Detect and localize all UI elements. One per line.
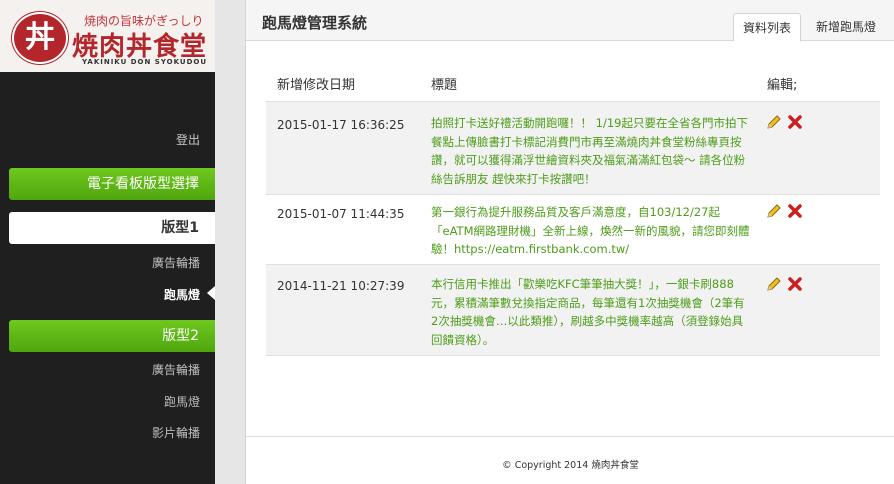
delete-x-icon[interactable] [788, 204, 802, 218]
panel-header: 跑馬燈管理系統 資料列表 新增跑馬燈 [246, 0, 894, 42]
pencil-icon[interactable] [766, 203, 782, 219]
delete-x-icon[interactable] [788, 115, 802, 129]
row-title: 拍照打卡送好禮活動開跑囉！！ 1/19起只要在全省各門市拍下餐點上傳臉書打卡標記… [431, 116, 748, 186]
tab-data-list[interactable]: 資料列表 [733, 13, 801, 42]
delete-x-icon[interactable] [788, 277, 802, 291]
row-date: 2014-11-21 10:27:39 [277, 279, 405, 293]
sidebar-item-layout1[interactable]: 版型1 [9, 212, 215, 244]
pencil-icon[interactable] [766, 114, 782, 130]
logo[interactable]: 丼 焼肉の旨味がぎっしり 焼肉丼食堂 YAKINIKU DON SYOKUDOU [0, 0, 215, 72]
sidebar-group-layout-select[interactable]: 電子看板版型選擇 [9, 168, 215, 200]
logo-subtitle: YAKINIKU DON SYOKUDOU [82, 58, 208, 66]
footer-copyright: © Copyright 2014 燒肉丼食堂 [502, 460, 639, 471]
tab-add-marquee[interactable]: 新增跑馬燈 [806, 13, 886, 42]
sidebar: 丼 焼肉の旨味がぎっしり 焼肉丼食堂 YAKINIKU DON SYOKUDOU… [0, 0, 215, 484]
table-row: 2015-01-17 16:36:25 拍照打卡送好禮活動開跑囉！！ 1/19起… [266, 102, 880, 194]
sidebar-item-layout2-ads[interactable]: 廣告輪播 [152, 361, 200, 378]
row-title: 本行信用卡推出「歡樂吃KFC筆筆抽大獎！」，一銀卡刷888元，累積滿筆數兌換指定… [431, 277, 745, 347]
table-divider [266, 355, 880, 356]
sidebar-item-layout2-marquee[interactable]: 跑馬燈 [164, 393, 200, 410]
row-title: 第一銀行為提升服務品質及客戶滿意度，自103/12/27起「eATM網路理財機」… [431, 205, 750, 256]
main-panel: 跑馬燈管理系統 資料列表 新增跑馬燈 新增修改日期 標題 編輯; 2015-01… [245, 0, 894, 484]
pencil-icon[interactable] [766, 276, 782, 292]
column-header-title: 標題 [431, 78, 458, 93]
table-row: 2014-11-21 10:27:39 本行信用卡推出「歡樂吃KFC筆筆抽大獎！… [266, 265, 880, 355]
sidebar-item-layout1-marquee[interactable]: 跑馬燈 [164, 286, 200, 303]
active-indicator-arrow [207, 286, 215, 300]
sidebar-item-layout2-video[interactable]: 影片輪播 [152, 424, 200, 441]
table-row: 2015-01-07 11:44:35 第一銀行為提升服務品質及客戶滿意度，自1… [266, 195, 880, 264]
row-date: 2015-01-07 11:44:35 [277, 207, 405, 221]
column-header-edit: 編輯; [767, 78, 798, 93]
footer-divider [246, 436, 894, 437]
row-date: 2015-01-17 16:36:25 [277, 118, 405, 132]
logout-link[interactable]: 登出 [176, 131, 200, 148]
sidebar-item-layout1-ads[interactable]: 廣告輪播 [152, 254, 200, 271]
logo-badge: 丼 [12, 12, 68, 64]
sidebar-item-layout2[interactable]: 版型2 [9, 320, 215, 352]
page-title: 跑馬燈管理系統 [262, 14, 368, 32]
column-header-date: 新增修改日期 [277, 78, 356, 93]
